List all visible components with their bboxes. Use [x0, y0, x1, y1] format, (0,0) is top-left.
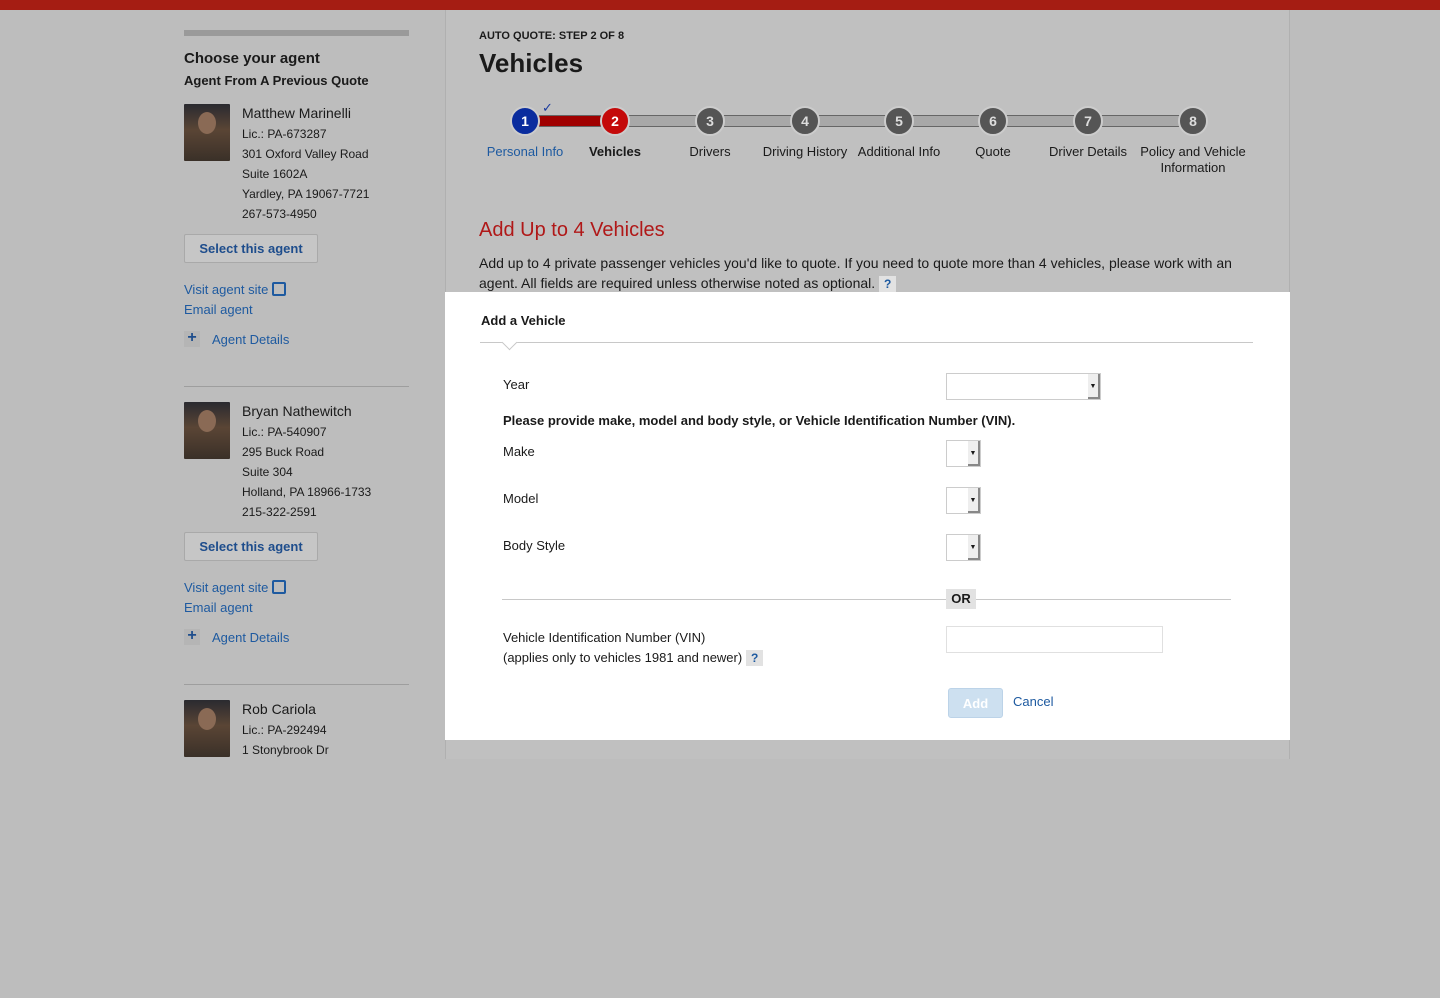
step-indicator: AUTO QUOTE: STEP 2 OF 8 — [479, 30, 625, 42]
agent-card: Bryan Nathewitch Lic.: PA-540907 295 Buck … — [184, 402, 409, 700]
body-style-select[interactable]: ▼ — [946, 534, 981, 561]
step-1-circle[interactable]: 1 — [510, 106, 540, 136]
agent-sidebar: Choose your agent Agent From A Previous … — [184, 30, 409, 998]
agent-separator — [184, 684, 409, 685]
visit-agent-site-link[interactable]: Visit agent site — [184, 578, 287, 598]
chevron-down-icon: ▼ — [1088, 374, 1100, 399]
visit-label: Visit agent site — [184, 282, 269, 297]
or-divider — [502, 599, 1231, 600]
visit-agent-site-link[interactable]: Visit agent site — [184, 280, 287, 300]
page-title: Vehicles — [479, 48, 584, 78]
help-icon[interactable]: ? — [879, 276, 897, 292]
agent-addr2: Suite 304 — [242, 465, 293, 479]
agent-name: Bryan Nathewitch — [242, 403, 352, 419]
agent-details-label: Agent Details — [212, 331, 290, 347]
agent-separator — [184, 386, 409, 387]
step-4-circle: 4 — [790, 106, 820, 136]
step-3-label: Drivers — [689, 144, 731, 159]
intro-text: Add up to 4 private passenger vehicles y… — [479, 255, 1232, 291]
vin-note-text: (applies only to vehicles 1981 and newer… — [503, 650, 743, 665]
agent-addr1: 1 Stonybrook Dr — [242, 743, 329, 757]
agent-photo — [184, 402, 230, 459]
year-select[interactable]: ▼ — [946, 373, 1101, 400]
step-7-circle: 7 — [1073, 106, 1103, 136]
email-agent-link[interactable]: Email agent — [184, 598, 286, 618]
agent-card: Matthew Marinelli Lic.: PA-673287 301 Oxfo… — [184, 104, 409, 402]
agent-lic: Lic.: PA-540907 — [242, 425, 327, 439]
agent-lic: Lic.: PA-673287 — [242, 127, 327, 141]
step-2-circle: 2 — [600, 106, 630, 136]
step-8-label: Policy and Vehicle Information — [1140, 144, 1246, 175]
step-6-circle: 6 — [978, 106, 1008, 136]
sidebar-divider — [184, 30, 409, 36]
plus-icon: + — [184, 330, 200, 347]
vin-input[interactable] — [946, 626, 1163, 653]
agent-card: Rob Cariola Lic.: PA-292494 1 Stonybrook D… — [184, 700, 409, 998]
agent-details-toggle[interactable]: + Agent Details — [184, 330, 290, 347]
agent-addr2: Suite 1602A — [242, 167, 308, 181]
step-7-label: Driver Details — [1048, 144, 1127, 159]
visit-label: Visit agent site — [184, 580, 269, 595]
add-vehicle-panel: Add a Vehicle Year ▼ Please provide make… — [445, 292, 1290, 740]
model-select[interactable]: ▼ — [946, 487, 981, 514]
section-title: Add Up to 4 Vehicles — [479, 219, 665, 241]
panel-title: Add a Vehicle — [481, 313, 566, 328]
progress-stepper: ✓ 1 Personal Info 2 Vehicles 3 Drivers 4 Drivin… — [470, 100, 1270, 190]
step-5-circle: 5 — [884, 106, 914, 136]
select-agent-button[interactable]: Select this agent — [184, 532, 318, 561]
vin-label: Vehicle Identification Number (VIN) — [503, 630, 706, 645]
agent-details-toggle[interactable]: + Agent Details — [184, 628, 290, 645]
sidebar-title: Choose your agent — [184, 50, 320, 67]
step-3-circle: 3 — [695, 106, 725, 136]
or-label: OR — [946, 589, 976, 609]
step-6-label: Quote — [975, 144, 1011, 159]
add-button[interactable]: Add — [948, 688, 1003, 718]
agent-name: Matthew Marinelli — [242, 105, 351, 121]
agent-photo — [184, 700, 230, 757]
model-label: Model — [503, 491, 539, 506]
notch-pointer — [501, 334, 518, 351]
agent-city: Yardley, PA 19067-7721 — [242, 187, 370, 201]
external-link-icon — [272, 580, 287, 594]
top-brand-bar — [0, 0, 1440, 10]
step-2-label: Vehicles — [588, 144, 642, 159]
agent-addr1: 295 Buck Road — [242, 445, 325, 459]
agent-city: Holland, PA 18966-1733 — [242, 485, 372, 499]
vin-note: (applies only to vehicles 1981 and newer… — [503, 650, 764, 666]
divider — [480, 342, 1253, 343]
agent-lic: Lic.: PA-292494 — [242, 723, 327, 737]
step-8-circle: 8 — [1178, 106, 1208, 136]
agent-details-label: Agent Details — [212, 629, 290, 645]
agent-addr1: 301 Oxford Valley Road — [242, 147, 369, 161]
help-icon[interactable]: ? — [746, 650, 764, 666]
select-agent-button[interactable]: Select this agent — [184, 234, 318, 263]
agent-name: Rob Cariola — [242, 701, 316, 717]
year-label: Year — [503, 377, 530, 392]
chevron-down-icon: ▼ — [968, 535, 980, 560]
agent-phone: 267-573-4950 — [242, 207, 317, 221]
agent-photo — [184, 104, 230, 161]
chevron-down-icon: ▼ — [968, 441, 980, 466]
make-label: Make — [503, 444, 535, 459]
make-select[interactable]: ▼ — [946, 440, 981, 467]
instruction-text: Please provide make, model and body styl… — [503, 413, 1016, 428]
check-icon: ✓ — [542, 100, 553, 115]
plus-icon: + — [184, 628, 200, 645]
email-agent-link[interactable]: Email agent — [184, 300, 286, 320]
external-link-icon — [272, 282, 287, 296]
agent-phone: 215-322-2591 — [242, 505, 317, 519]
body-style-label: Body Style — [503, 538, 566, 553]
sidebar-subtitle: Agent From A Previous Quote — [184, 73, 369, 88]
cancel-link[interactable]: Cancel — [1013, 694, 1053, 709]
chevron-down-icon: ▼ — [968, 488, 980, 513]
section-intro: Add up to 4 private passenger vehicles y… — [479, 253, 1249, 293]
